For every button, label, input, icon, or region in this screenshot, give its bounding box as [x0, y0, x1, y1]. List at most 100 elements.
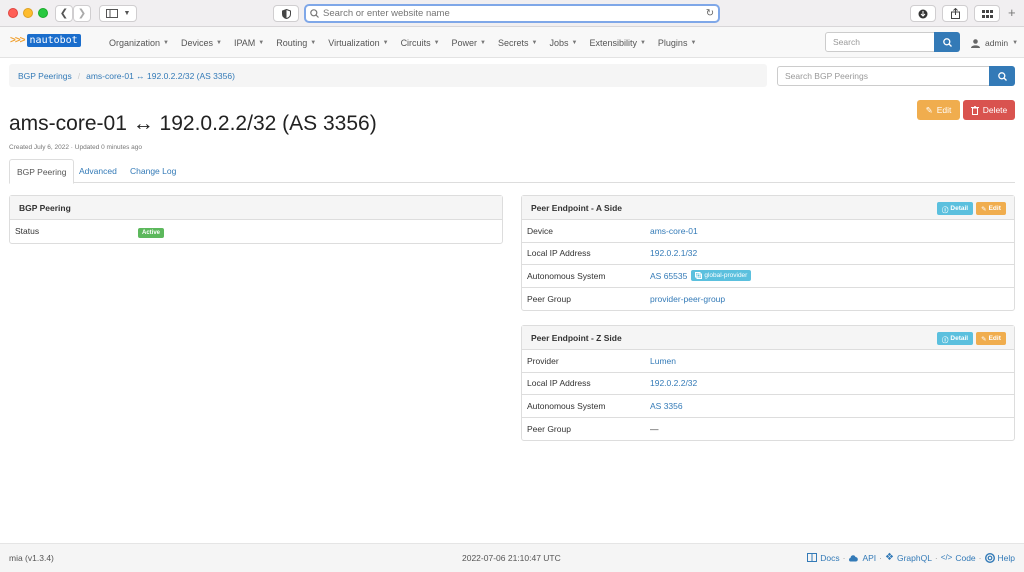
table-row: Local IP Address 192.0.2.1/32	[522, 243, 1014, 265]
separator-dot: ·	[842, 552, 846, 563]
endpoint-a-detail-button[interactable]: ⓘ Detail	[937, 202, 973, 215]
nav-organization[interactable]: Organization ▼	[109, 38, 169, 48]
caret-down-icon: ▼	[216, 39, 222, 46]
privacy-shield-button[interactable]	[273, 5, 299, 22]
global-search-button[interactable]	[934, 32, 960, 52]
url-input[interactable]	[323, 8, 702, 19]
downloads-button[interactable]	[910, 5, 936, 22]
breadcrumb: BGP Peerings / ams-core-01 ↔ 192.0.2.2/3…	[9, 64, 767, 87]
caret-down-icon: ▼	[1012, 40, 1019, 46]
forward-button[interactable]: ❯	[73, 5, 91, 22]
back-button[interactable]: ❮	[55, 5, 73, 22]
nav-label: Power	[451, 37, 478, 48]
nav-label: Devices	[180, 37, 213, 48]
page-title: ams-core-01 ↔ 192.0.2.2/32 (AS 3356)	[9, 112, 377, 135]
endpoint-z-detail-button[interactable]: ⓘ Detail	[937, 332, 973, 345]
reload-icon[interactable]: ↻	[702, 8, 718, 19]
detail-label: Detail	[950, 335, 969, 342]
share-button[interactable]	[942, 5, 968, 22]
bgp-search-input[interactable]: Search BGP Peerings	[777, 66, 990, 86]
plus-icon: +	[1008, 5, 1016, 20]
caret-down-icon: ▼	[382, 39, 389, 46]
share-icon	[950, 8, 960, 19]
breadcrumb-bgp-peerings[interactable]: BGP Peerings	[18, 71, 72, 81]
routing-instance-tag[interactable]: global-provider	[691, 270, 752, 282]
table-row: Autonomous System AS 65535 global-provid…	[522, 265, 1014, 288]
minimize-window-button[interactable]	[23, 8, 33, 18]
nav-circuits[interactable]: Circuits ▼	[401, 38, 440, 48]
code-link[interactable]: </> Code	[941, 553, 976, 563]
separator-dot: ·	[934, 552, 938, 563]
api-link[interactable]: API	[848, 553, 876, 563]
new-tab-button[interactable]: +	[1008, 5, 1016, 20]
nav-routing[interactable]: Routing ▼	[276, 38, 316, 48]
ip-address-link[interactable]: 192.0.2.1/32	[650, 248, 697, 258]
nav-extensibility[interactable]: Extensibility ▼	[589, 38, 645, 48]
tab-bgp-peering[interactable]: BGP Peering	[9, 159, 75, 184]
provider-link[interactable]: Lumen	[650, 356, 676, 366]
tab-overview-button[interactable]	[974, 5, 1000, 22]
caret-down-icon: ▼	[258, 39, 265, 46]
endpoint-z-edit-button[interactable]: ✎ Edit	[976, 332, 1006, 345]
search-icon	[997, 71, 1007, 81]
global-search-input[interactable]: Search	[825, 32, 935, 52]
nav-secrets[interactable]: Secrets ▼	[498, 38, 537, 48]
copy-icon	[695, 272, 703, 280]
caret-down-icon: ▼	[639, 39, 646, 46]
ip-address-link[interactable]: 192.0.2.2/32	[650, 378, 697, 388]
user-menu[interactable]: admin ▼	[971, 38, 1018, 48]
asn-link[interactable]: AS 3356	[650, 401, 683, 411]
table-row: Peer Group provider-peer-group	[522, 288, 1014, 311]
address-bar[interactable]: ↻	[304, 4, 720, 23]
bgp-search-button[interactable]	[989, 66, 1015, 86]
delete-button[interactable]: Delete	[963, 100, 1015, 120]
pencil-icon: ✎	[981, 335, 987, 343]
row-key: Autonomous System	[527, 270, 606, 281]
status-badge-text: Active	[138, 228, 165, 239]
tab-change-log[interactable]: Change Log	[123, 159, 183, 183]
nav-ipam[interactable]: IPAM ▼	[234, 38, 264, 48]
nav-virtualization[interactable]: Virtualization ▼	[328, 38, 388, 48]
browser-toolbar: ❮ ❯ ▼ ↻ +	[0, 0, 1024, 27]
logo-word: nautobot	[26, 34, 81, 47]
chevron-down-icon: ▼	[123, 10, 131, 17]
caret-down-icon: ▼	[531, 39, 538, 46]
tab-advanced[interactable]: Advanced	[72, 159, 124, 183]
asn-link[interactable]: AS 65535	[650, 271, 687, 281]
nav-label: Organization	[109, 37, 161, 48]
edit-label: Edit	[988, 205, 1001, 212]
edit-label: Edit	[988, 335, 1001, 342]
grid-icon	[981, 9, 993, 18]
link-label: API	[862, 552, 877, 563]
nav-power[interactable]: Power ▼	[452, 38, 486, 48]
graphql-link[interactable]: ❖ GraphQL	[885, 552, 932, 563]
help-link[interactable]: Help	[984, 553, 1015, 563]
page-subtitle: Created July 6, 2022 · Updated 0 minutes…	[9, 144, 142, 151]
tag-label: global-provider	[704, 272, 748, 280]
timestamp-text: 2022-07-06 21:10:47 UTC	[462, 553, 561, 563]
breadcrumb-current[interactable]: ams-core-01 ↔ 192.0.2.2/32 (AS 3356)	[86, 71, 235, 81]
trash-icon	[970, 105, 979, 115]
caret-down-icon: ▼	[163, 39, 169, 46]
nav-label: Plugins	[657, 37, 688, 48]
nav-plugins[interactable]: Plugins ▼	[658, 38, 696, 48]
shield-icon	[281, 8, 291, 19]
separator-dot: ·	[879, 552, 882, 563]
endpoint-a-edit-button[interactable]: ✎ Edit	[976, 202, 1006, 215]
docs-link[interactable]: Docs	[807, 553, 840, 563]
device-link[interactable]: ams-core-01	[650, 226, 698, 236]
row-key: Peer Group	[527, 423, 571, 434]
nav-jobs[interactable]: Jobs ▼	[549, 38, 577, 48]
edit-button[interactable]: ✎ Edit	[917, 100, 960, 120]
sidebar-toggle-button[interactable]: ▼	[99, 5, 137, 22]
nav-label: Virtualization	[328, 37, 380, 48]
zoom-window-button[interactable]	[38, 8, 48, 18]
panel-heading: Peer Endpoint - Z Side ⓘ Detail ✎ Edit	[522, 326, 1014, 350]
breadcrumb-separator: /	[77, 70, 81, 81]
nav-label: Extensibility	[589, 37, 637, 48]
nautobot-logo[interactable]: >>> nautobot	[10, 34, 81, 47]
close-window-button[interactable]	[8, 8, 18, 18]
tab-bar: BGP Peering Advanced Change Log	[9, 159, 1015, 184]
nav-devices[interactable]: Devices ▼	[181, 38, 222, 48]
peer-group-link[interactable]: provider-peer-group	[650, 294, 725, 304]
